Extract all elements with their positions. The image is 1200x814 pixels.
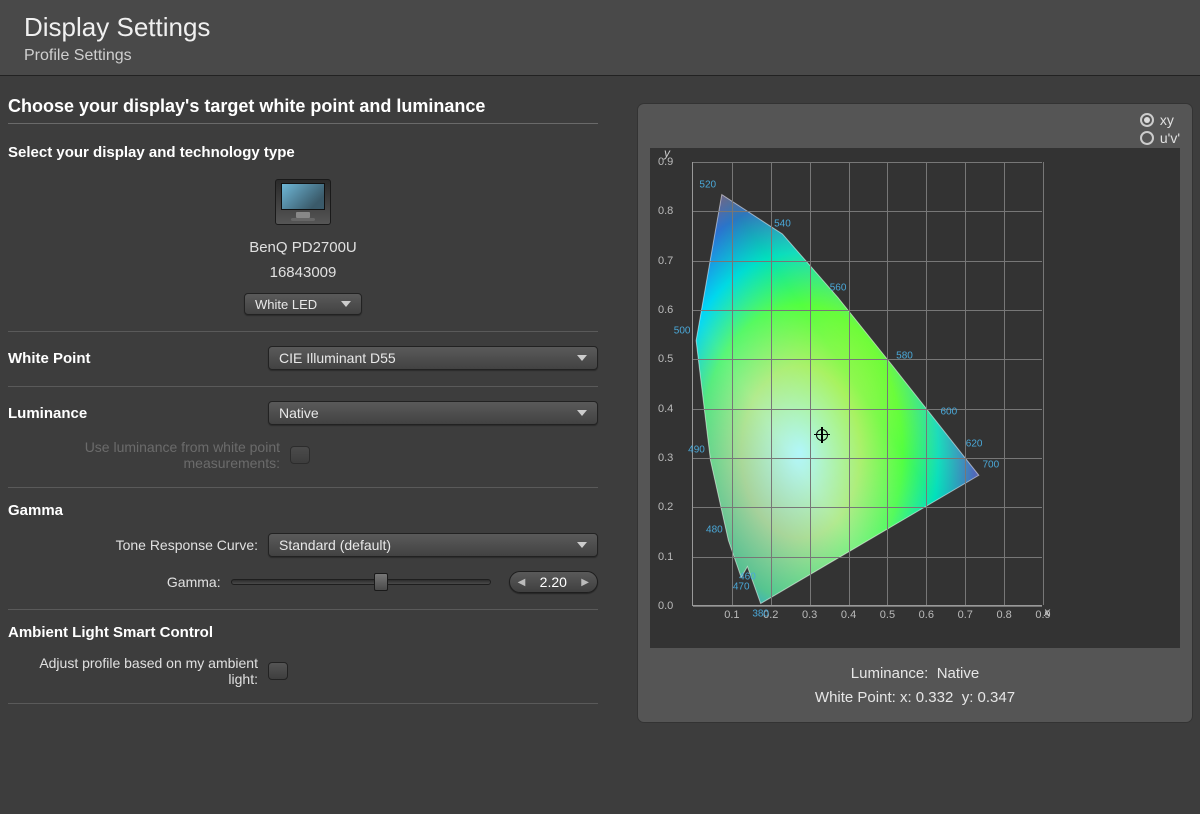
readout-luminance-value: Native xyxy=(937,665,980,682)
readout-luminance-label: Luminance: xyxy=(851,665,929,682)
wavelength-label: 700 xyxy=(982,460,999,471)
luminance-label: Luminance xyxy=(8,405,268,422)
x-tick: 0.6 xyxy=(919,609,934,621)
y-tick: 0.1 xyxy=(658,551,673,563)
display-name: BenQ PD2700U xyxy=(249,239,357,256)
wavelength-label: 600 xyxy=(940,406,957,417)
radio-selected-icon xyxy=(1140,113,1154,127)
luminance-value: Native xyxy=(279,405,319,421)
luminance-from-measurement-label: Use luminance from white point measureme… xyxy=(8,439,290,471)
readout-wp-y: 0.347 xyxy=(978,689,1016,706)
ambient-adjust-checkbox[interactable] xyxy=(268,662,288,680)
luminance-dropdown[interactable]: Native xyxy=(268,401,598,425)
gamma-decrease-icon[interactable]: ◀ xyxy=(518,577,526,588)
chevron-down-icon xyxy=(577,542,587,548)
y-tick: 0.3 xyxy=(658,452,673,464)
white-point-value: CIE Illuminant D55 xyxy=(279,350,396,366)
mode-xy-radio[interactable]: xy xyxy=(1140,112,1180,128)
x-tick: 0.5 xyxy=(880,609,895,621)
gamma-increase-icon[interactable]: ▶ xyxy=(581,577,589,588)
wavelength-label: 490 xyxy=(688,445,705,456)
readout-wp-x-label: x: xyxy=(900,689,912,706)
x-tick: 0.8 xyxy=(996,609,1011,621)
page-title: Display Settings xyxy=(24,12,1176,43)
chromaticity-panel: xy u'v' y xyxy=(638,104,1192,722)
wavelength-label: 460 xyxy=(739,571,756,582)
cie-locus-shape xyxy=(693,162,1043,606)
settings-form: Choose your display's target white point… xyxy=(8,96,598,722)
chevron-down-icon xyxy=(341,301,351,307)
wavelength-label: 380 xyxy=(752,608,769,619)
x-tick: 0.1 xyxy=(724,609,739,621)
trc-label: Tone Response Curve: xyxy=(8,537,268,553)
wavelength-label: 540 xyxy=(774,219,791,230)
page-subtitle: Profile Settings xyxy=(24,47,1176,65)
display-id: 16843009 xyxy=(270,264,337,281)
readout-wp-label: White Point: xyxy=(815,689,896,706)
wavelength-label: 580 xyxy=(896,350,913,361)
wavelength-label: 470 xyxy=(733,582,750,593)
y-tick: 0.0 xyxy=(658,600,673,612)
gamma-slider-label: Gamma: xyxy=(8,574,231,590)
wavelength-label: 480 xyxy=(706,525,723,536)
y-tick: 0.6 xyxy=(658,304,673,316)
y-tick: 0.2 xyxy=(658,501,673,513)
y-tick: 0.5 xyxy=(658,353,673,365)
ambient-heading: Ambient Light Smart Control xyxy=(8,624,268,641)
radio-unselected-icon xyxy=(1140,131,1154,145)
gamma-heading: Gamma xyxy=(8,502,268,519)
chevron-down-icon xyxy=(577,355,587,361)
white-point-label: White Point xyxy=(8,350,268,367)
select-display-heading: Select your display and technology type xyxy=(8,144,598,161)
wavelength-label: 520 xyxy=(699,179,716,190)
wavelength-label: 500 xyxy=(674,325,691,336)
monitor-icon[interactable] xyxy=(275,179,331,225)
technology-value: White LED xyxy=(255,297,317,312)
x-tick: 0.4 xyxy=(841,609,856,621)
gamma-slider[interactable] xyxy=(231,579,491,585)
gamma-value: 2.20 xyxy=(535,574,571,590)
gamma-slider-thumb[interactable] xyxy=(374,573,388,591)
ambient-adjust-label: Adjust profile based on my ambient light… xyxy=(8,655,268,687)
x-tick: 0.9 xyxy=(1035,609,1050,621)
readout-wp-x: 0.332 xyxy=(916,689,954,706)
readout-wp-y-label: y: xyxy=(962,689,974,706)
x-tick: 0.7 xyxy=(958,609,973,621)
white-point-target-icon xyxy=(816,429,828,441)
wavelength-label: 620 xyxy=(966,439,983,450)
trc-value: Standard (default) xyxy=(279,537,391,553)
luminance-from-measurement-checkbox xyxy=(290,446,310,464)
chevron-down-icon xyxy=(577,410,587,416)
technology-dropdown[interactable]: White LED xyxy=(244,293,362,315)
y-tick: 0.8 xyxy=(658,205,673,217)
y-tick: 0.9 xyxy=(658,156,673,168)
mode-uv-label: u'v' xyxy=(1160,130,1180,146)
header: Display Settings Profile Settings xyxy=(0,0,1200,76)
main-heading: Choose your display's target white point… xyxy=(8,96,598,124)
wavelength-label: 560 xyxy=(830,282,847,293)
trc-dropdown[interactable]: Standard (default) xyxy=(268,533,598,557)
cie-chromaticity-chart: y x 0.10.20.30.40.50.60.70.80.9380460470… xyxy=(650,148,1180,648)
white-point-dropdown[interactable]: CIE Illuminant D55 xyxy=(268,346,598,370)
y-tick: 0.4 xyxy=(658,403,673,415)
mode-xy-label: xy xyxy=(1160,112,1174,128)
mode-uv-radio[interactable]: u'v' xyxy=(1140,130,1180,146)
x-tick: 0.3 xyxy=(802,609,817,621)
y-tick: 0.7 xyxy=(658,255,673,267)
gamma-stepper[interactable]: ◀ 2.20 ▶ xyxy=(509,571,598,593)
